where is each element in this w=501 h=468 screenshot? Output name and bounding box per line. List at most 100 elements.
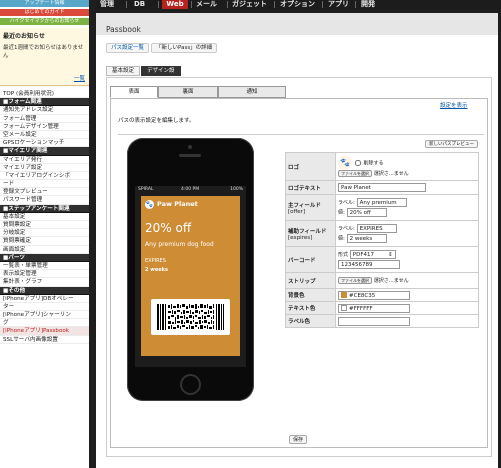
sidebar-menu-item[interactable]: 一覧表・単票管理 (0, 262, 89, 271)
sidebar-menu-item[interactable]: 質問票設定 (0, 221, 89, 230)
divider (118, 134, 484, 135)
logo-delete-checkbox[interactable] (354, 160, 361, 166)
breadcrumb-pass-list[interactable]: パス設定一覧 (106, 43, 150, 53)
tab-basic-settings[interactable]: 基本設定 (106, 66, 141, 76)
primary-label-input[interactable]: Any premium (356, 198, 407, 207)
sidebar-menu-item[interactable]: グ (0, 319, 89, 328)
sidebar-menu-item[interactable]: [iPhoneアプリ]DBオペレー (0, 295, 89, 303)
bg-color-value: #CE8C35 (349, 292, 376, 299)
sidebar-menu-item[interactable]: SSLサーバ内画像設置 (0, 336, 89, 344)
label-color-input[interactable] (338, 316, 410, 326)
bg-color-input[interactable]: #CE8C35 (338, 290, 410, 300)
sidebar-menu-item[interactable]: 画面設定 (0, 246, 89, 254)
aux-value-caption: 値 (338, 235, 344, 242)
logo-file-button[interactable]: ファイルを選択 (338, 170, 372, 177)
strip-file-button[interactable]: ファイルを選択 (338, 277, 372, 284)
sidebar-menu-item[interactable]: フォーム管理 (0, 115, 89, 123)
sidebar-menu-item[interactable]: 分岐設定 (0, 229, 89, 238)
update-info-button[interactable]: アップデート情報 (0, 0, 89, 7)
label-color-label: ラベル色 (285, 314, 336, 328)
primary-label-caption: ラベル (338, 200, 354, 206)
logo-row: ロゴ 🐾 削除する ファイルを選択 選択さ…ません (285, 152, 479, 181)
page-title: Passbook (106, 25, 141, 34)
sidebar-menu-item[interactable]: [iPhoneアプリ]Passbook (0, 327, 89, 336)
strip-row: ストリップ ファイルを選択 選択さ…ません (285, 272, 479, 289)
nav-db[interactable]: DB (134, 0, 145, 9)
sidebar-menu-item[interactable]: 集計表・グラフ (0, 278, 89, 287)
first-guide-button[interactable]: はじめてのガイド (0, 9, 89, 16)
pass-aux-value: 2 weeks (145, 267, 168, 273)
sidebar-section-header: ■ステップアンケート関連 (0, 204, 89, 213)
sidebar-menu-item[interactable]: マイエリア発行 (0, 156, 89, 164)
nav-web[interactable]: Web (162, 0, 188, 9)
sidebar-menu-item[interactable]: ター (0, 303, 89, 312)
aux-label-input[interactable]: EXPIRES (356, 224, 397, 233)
nav-gadget[interactable]: ガジェット (232, 0, 267, 9)
logo-text-input[interactable]: Paw Planet (338, 183, 426, 192)
aux-field-key: [expires] (288, 234, 313, 241)
strip-file-status: 選択さ…ません (373, 278, 409, 284)
logo-file-status: 選択さ…ません (373, 171, 409, 177)
save-button[interactable]: 保存 (289, 435, 308, 444)
barcode-format-caption: 形式 (338, 252, 349, 258)
sidebar-menu-item[interactable]: 通知先アドレス設定 (0, 106, 89, 115)
phone-speaker (179, 154, 201, 157)
barcode-format-value: PDF417 (352, 252, 374, 258)
pass-preview-button[interactable]: 新しいパスプレビュー (425, 140, 478, 148)
sidebar: アップデート情報 はじめてのガイド ハイクセイマクからのお知らせ 最近のお知らせ… (0, 0, 89, 468)
nav-app[interactable]: アプリ (328, 0, 349, 9)
pass-design-form: ロゴ 🐾 削除する ファイルを選択 選択さ…ません ロゴテキスト Paw Pla… (285, 152, 479, 328)
home-button (180, 374, 201, 395)
paw-icon: 🐾 (145, 200, 154, 209)
nav-option[interactable]: オプション (280, 0, 315, 9)
sidebar-menu-item[interactable]: TOP (会員利用状況) (0, 90, 89, 99)
sidebar-menu-item[interactable]: フォームデザイン管理 (0, 123, 89, 131)
news-button[interactable]: ハイクセイマクからのお知らせ (0, 18, 89, 25)
strip-label: ストリップ (285, 272, 336, 289)
chevron-down-icon: ⇕ (388, 252, 393, 258)
sidebar-menu-item[interactable]: GPSロケーションマッチ (0, 139, 89, 148)
barcode-icon (157, 304, 224, 330)
tab-front[interactable]: 表面 (110, 86, 158, 98)
breadcrumb: パス設定一覧 「新しいPass」の詳細 (106, 43, 219, 54)
breadcrumb-current: 「新しいPass」の詳細 (151, 43, 218, 53)
barcode-message-input[interactable]: 123456789 (338, 260, 400, 269)
barcode-format-select[interactable]: PDF417 ⇕ (349, 250, 396, 259)
nav-dev[interactable]: 開発 (361, 0, 375, 9)
sidebar-menu-item[interactable]: [iPhoneアプリ]シャーリン (0, 311, 89, 320)
iphone-preview: SPIRAL 4:00 PM 100% 🐾 Paw Planet 20% off… (127, 138, 254, 401)
sidebar-menu-item[interactable]: 「マイエリアログインシボ (0, 172, 89, 181)
sidebar-menu-item[interactable]: 登録文プレビュー (0, 188, 89, 197)
tab-back[interactable]: 裏面 (158, 86, 218, 98)
sidebar-menu-item[interactable]: マイエリア設定 (0, 164, 89, 172)
sidebar-section-header: ■パーツ (0, 253, 89, 262)
tab-notification[interactable]: 通知 (218, 86, 286, 98)
sidebar-menu-item[interactable]: パスワード管理 (0, 196, 89, 205)
sidebar-menu-item[interactable]: 表示設定管理 (0, 270, 89, 279)
sidebar-menu-item[interactable]: ード (0, 180, 89, 189)
sidebar-menu-item[interactable]: 質問票確定 (0, 237, 89, 246)
primary-value-input[interactable]: 20% off (346, 208, 387, 217)
tab-design-settings[interactable]: デザイン設 (141, 66, 181, 76)
notice-text: 最近1週間でお知らせはありません (3, 45, 84, 59)
logo-label: ロゴ (285, 152, 336, 181)
sidebar-section-header: ■マイエリア関連 (0, 147, 89, 156)
sidebar-menu-item[interactable]: 基本設定 (0, 213, 89, 221)
bg-color-label: 背景色 (285, 288, 336, 302)
pass-card: 🐾 Paw Planet 20% off Any premium dog foo… (141, 196, 240, 356)
clock-label: 4:00 PM (181, 187, 200, 192)
sidebar-menu-item[interactable]: 空メール設定 (0, 131, 89, 140)
logo-delete-label: 削除する (363, 160, 384, 167)
nav-mail[interactable]: メール (196, 0, 217, 9)
sidebar-section-header: ■フォーム関連 (0, 98, 89, 107)
notice-list-link[interactable]: 一覧 (74, 74, 85, 82)
nav-admin[interactable]: 管理 (100, 0, 114, 9)
carrier-label: SPIRAL (138, 187, 154, 192)
pass-primary-value: 20% off (145, 221, 192, 235)
logo-text-label: ロゴテキスト (285, 180, 336, 195)
text-color-input[interactable]: #FFFFFF (338, 303, 410, 313)
phone-status-bar: SPIRAL 4:00 PM 100% (135, 186, 246, 194)
text-color-swatch (341, 305, 347, 311)
logo-text-row: ロゴテキスト Paw Planet (285, 180, 479, 195)
aux-value-input[interactable]: 2 weeks (346, 234, 387, 243)
